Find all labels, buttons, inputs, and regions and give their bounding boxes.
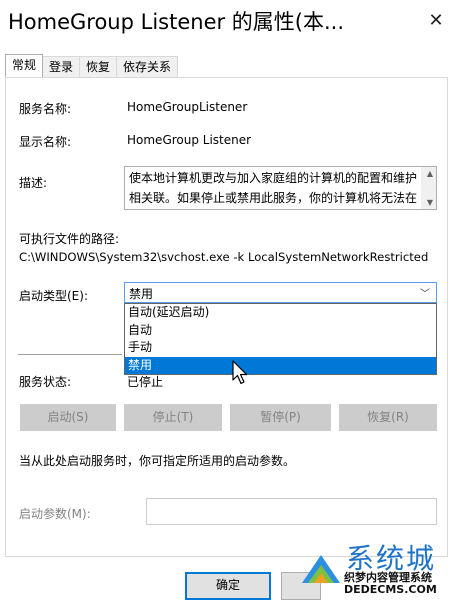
description-label: 描述: (19, 176, 48, 190)
startup-type-value: 禁用 (129, 287, 154, 301)
service-status-label: 服务状态: (19, 375, 72, 389)
startup-type-dropdown: 自动(延迟启动) 自动 手动 禁用 (124, 303, 437, 375)
window-title: HomeGroup Listener 的属性(本... (8, 10, 345, 34)
exe-path-label: 可执行文件的路径: (19, 232, 120, 246)
exe-path-value: C:\WINDOWS\System32\svchost.exe -k Local… (19, 250, 429, 264)
mouse-cursor-icon (232, 360, 248, 385)
pause-button[interactable]: 暂停(P) (230, 404, 331, 431)
scroll-up-icon[interactable]: ▲ (427, 169, 433, 178)
divider (18, 354, 122, 355)
display-name-value: HomeGroup Listener (127, 133, 252, 147)
start-params-input[interactable] (146, 498, 437, 525)
close-icon[interactable]: ✕ (414, 0, 458, 40)
service-name-value: HomeGroupListener (127, 100, 248, 114)
description-text: 使本地计算机更改与加入家庭组的计算机的配置和维护相关联。如果停止或禁用此服务，你… (129, 171, 418, 205)
startup-option-manual[interactable]: 手动 (125, 339, 436, 357)
tab-strip: 常规 登录 恢复 依存关系 (5, 54, 179, 78)
tab-general[interactable]: 常规 (5, 54, 44, 77)
tab-logon[interactable]: 登录 (42, 56, 81, 77)
startup-option-auto[interactable]: 自动 (125, 322, 436, 340)
service-status-value: 已停止 (127, 375, 164, 389)
hint-text: 当从此处启动服务时，你可指定所适用的启动参数。 (19, 454, 296, 468)
scroll-down-icon[interactable]: ▼ (427, 198, 433, 207)
watermark-logo-icon (302, 555, 340, 583)
startup-type-select[interactable]: 禁用 ﹀ (124, 282, 437, 303)
resume-button[interactable]: 恢复(R) (339, 404, 437, 431)
ok-button[interactable]: 确定 (185, 572, 271, 600)
title-bar: HomeGroup Listener 的属性(本... ✕ (0, 0, 458, 44)
watermark-url: DEDECMS.COM (344, 583, 437, 596)
description-scrollbar[interactable]: ▲ ▼ (421, 167, 436, 209)
startup-option-disabled[interactable]: 禁用 (125, 356, 436, 374)
display-name-label: 显示名称: (19, 135, 72, 149)
stop-button[interactable]: 停止(T) (124, 404, 222, 431)
service-name-label: 服务名称: (19, 102, 72, 116)
description-box[interactable]: 使本地计算机更改与加入家庭组的计算机的配置和维护相关联。如果停止或禁用此服务，你… (124, 166, 437, 210)
tab-dependencies[interactable]: 依存关系 (116, 56, 179, 77)
chevron-down-icon: ﹀ (420, 289, 430, 300)
startup-type-label: 启动类型(E): (19, 289, 88, 303)
watermark: 系统城 织梦内容管理系统 DEDECMS.COM (298, 535, 458, 605)
start-button[interactable]: 启动(S) (20, 404, 116, 431)
start-params-label: 启动参数(M): (19, 507, 91, 521)
startup-option-auto-delayed[interactable]: 自动(延迟启动) (125, 304, 436, 322)
tab-recovery[interactable]: 恢复 (79, 56, 118, 77)
